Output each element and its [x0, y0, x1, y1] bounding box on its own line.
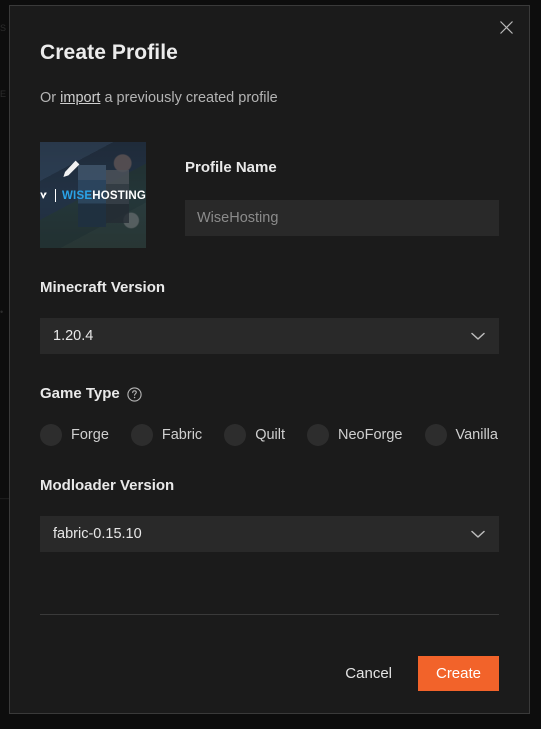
- pencil-icon[interactable]: [54, 152, 88, 186]
- game-type-section: Game Type Forge Fabric Quilt NeoForge Va…: [40, 384, 499, 446]
- import-link[interactable]: import: [60, 90, 100, 106]
- modloader-version-label-text: Modloader Version: [40, 477, 175, 494]
- minecraft-version-value: 1.20.4: [53, 328, 94, 344]
- logo-divider: [55, 189, 56, 202]
- backdrop-ghost-text: E: [0, 89, 7, 99]
- game-type-option-label: Quilt: [255, 427, 286, 443]
- create-profile-modal: Create Profile Or import a previously cr…: [9, 5, 530, 714]
- logo-wordmark-hosting: HOSTING: [92, 189, 146, 202]
- page-title: Create Profile: [40, 41, 178, 64]
- profile-name-input[interactable]: [185, 200, 499, 236]
- modloader-version-section: Modloader Version fabric-0.15.10: [40, 476, 499, 552]
- game-type-option-label: Vanilla: [455, 427, 498, 443]
- profile-name-field: Profile Name: [185, 142, 499, 236]
- radio-indicator: [424, 424, 447, 446]
- modal-body: Create Profile Or import a previously cr…: [10, 6, 529, 552]
- game-type-option-forge[interactable]: Forge: [40, 424, 109, 446]
- minecraft-version-select[interactable]: 1.20.4: [40, 318, 499, 354]
- logo-wordmark: WISEHOSTING: [62, 190, 146, 202]
- import-hint-prefix: Or: [40, 90, 61, 106]
- game-type-option-label: Forge: [71, 427, 109, 443]
- radio-indicator: [130, 424, 153, 446]
- game-type-option-vanilla[interactable]: Vanilla: [424, 424, 498, 446]
- question-circle-icon[interactable]: [127, 386, 142, 402]
- footer-divider: [40, 614, 499, 615]
- game-type-label-text: Game Type: [40, 385, 120, 402]
- backdrop-ghost-text: S: [0, 23, 7, 33]
- game-type-option-neoforge[interactable]: NeoForge: [307, 424, 403, 446]
- modloader-version-label: Modloader Version: [40, 476, 499, 496]
- modal-footer: Cancel Create: [40, 656, 499, 691]
- radio-indicator: [40, 424, 62, 446]
- minecraft-version-section: Minecraft Version 1.20.4: [40, 278, 499, 354]
- game-type-radio-group: Forge Fabric Quilt NeoForge Vanilla: [40, 424, 499, 446]
- game-type-option-fabric[interactable]: Fabric: [130, 424, 203, 446]
- logo-wordmark-wise: WISE: [62, 189, 93, 202]
- backdrop-ghost-text: —: [0, 493, 9, 503]
- radio-indicator: [224, 424, 247, 446]
- import-hint-suffix: a previously created profile: [100, 90, 278, 106]
- game-type-option-label: Fabric: [161, 427, 203, 443]
- game-type-option-label: NeoForge: [338, 427, 403, 443]
- wisehosting-logo: WISEHOSTING: [40, 188, 146, 203]
- backdrop-ghost-text: •: [0, 307, 4, 317]
- avatar[interactable]: WISEHOSTING: [40, 142, 146, 248]
- wisehosting-logo-mark: [40, 192, 47, 199]
- cancel-button[interactable]: Cancel: [341, 656, 396, 691]
- close-icon[interactable]: [491, 12, 521, 42]
- create-button[interactable]: Create: [418, 656, 499, 691]
- chevron-down-icon: [471, 530, 485, 539]
- game-type-option-quilt[interactable]: Quilt: [224, 424, 285, 446]
- modloader-version-value: fabric-0.15.10: [53, 526, 142, 542]
- profile-name-label: Profile Name: [185, 159, 277, 176]
- minecraft-version-label: Minecraft Version: [40, 278, 499, 298]
- app-root: S E • — Create Profile Or import a previ…: [0, 0, 541, 729]
- radio-indicator: [307, 424, 330, 446]
- import-hint: Or import a previously created profile: [40, 88, 499, 108]
- profile-row: WISEHOSTING Profile Name: [40, 142, 499, 248]
- chevron-down-icon: [471, 332, 485, 341]
- game-type-label: Game Type: [40, 384, 499, 404]
- minecraft-version-label-text: Minecraft Version: [40, 279, 166, 296]
- modloader-version-select[interactable]: fabric-0.15.10: [40, 516, 499, 552]
